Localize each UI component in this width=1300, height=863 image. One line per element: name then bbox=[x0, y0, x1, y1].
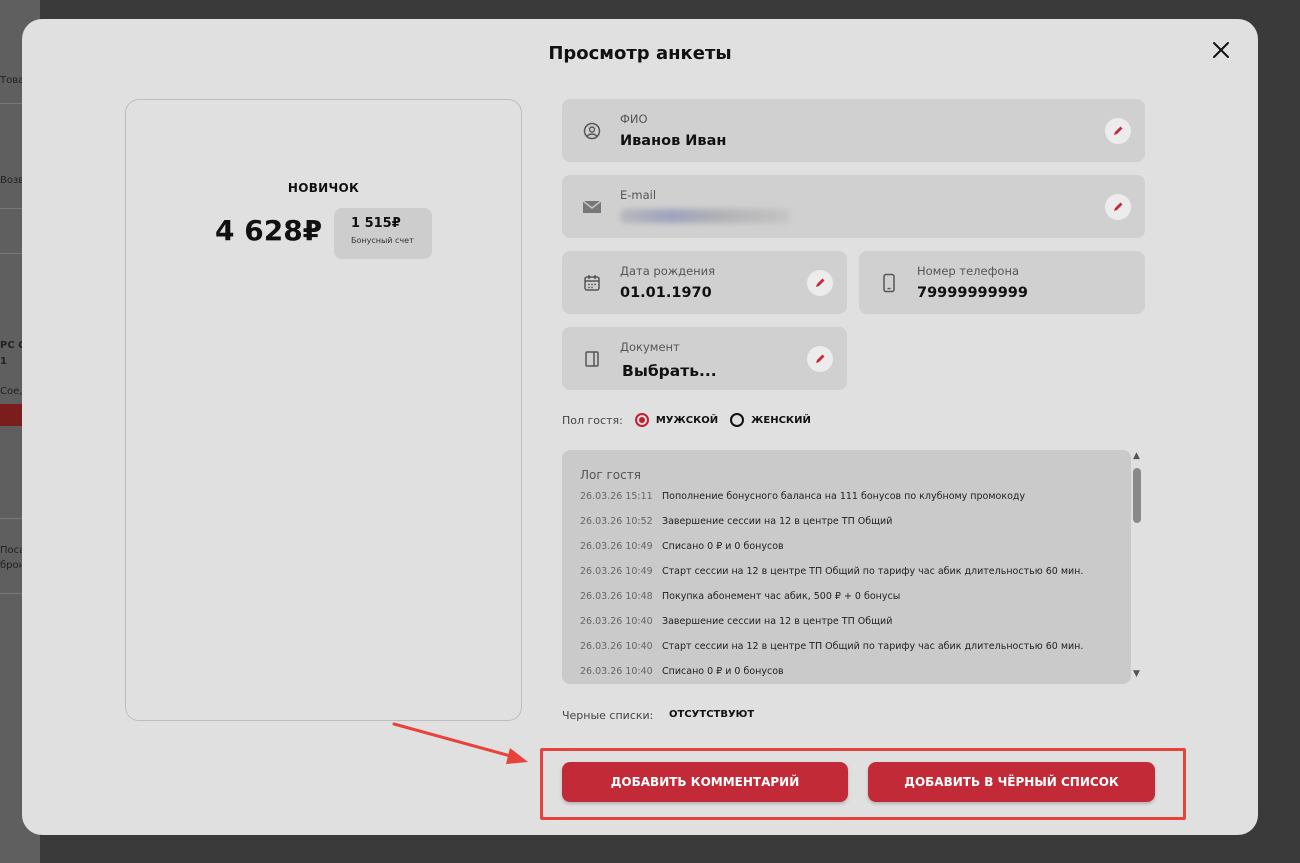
log-entry-text: Завершение сессии на 12 в центре ТП Общи… bbox=[662, 616, 893, 627]
birthdate-label: Дата рождения bbox=[620, 264, 716, 278]
log-entry-date: 26.03.26 10:49 bbox=[580, 566, 653, 577]
phone-label: Номер телефона bbox=[917, 264, 1020, 278]
log-entry-date: 26.03.26 10:48 bbox=[580, 591, 653, 602]
log-entry: 26.03.26 10:52 Завершение сессии на 12 в … bbox=[580, 516, 892, 527]
pencil-icon bbox=[816, 278, 825, 287]
modal-title: Просмотр анкеты bbox=[548, 43, 732, 64]
log-entry-date: 26.03.26 10:52 bbox=[580, 516, 653, 527]
gender-female-radio[interactable] bbox=[730, 413, 745, 427]
log-entry-text: Старт сессии на 12 в центре ТП Общий по … bbox=[662, 566, 1084, 577]
document-label: Документ bbox=[620, 340, 680, 354]
log-entry: 26.03.26 10:49 Старт сессии на 12 в центр… bbox=[580, 566, 1083, 577]
edit-birthdate-button[interactable] bbox=[807, 269, 833, 296]
log-entry-text: Списано 0 ₽ и 0 бонусов bbox=[662, 541, 784, 552]
fio-label: ФИО bbox=[620, 112, 648, 126]
gender-selector: Пол гостя: МУЖСКОЙ ЖЕНСКИЙ bbox=[562, 413, 811, 427]
log-entry-text: Завершение сессии на 12 в центре ТП Общи… bbox=[662, 516, 893, 527]
edit-email-button[interactable] bbox=[1105, 193, 1131, 220]
blacklists-value: ОТСУТСТВУЮТ bbox=[669, 709, 755, 720]
document-field[interactable]: Документ Выбрать... bbox=[562, 327, 847, 390]
profile-modal: Просмотр анкеты НОВИЧОК 4 628₽ 1 515₽ Бо… bbox=[22, 19, 1258, 835]
email-label: E-mail bbox=[620, 188, 657, 202]
envelope-icon bbox=[582, 197, 602, 217]
log-entry: 26.03.26 10:49 Списано 0 ₽ и 0 бонусов bbox=[580, 541, 784, 552]
phone-icon bbox=[879, 273, 899, 293]
scroll-down-arrow-icon[interactable]: ▼ bbox=[1133, 669, 1140, 679]
loyalty-level: НОВИЧОК bbox=[287, 181, 360, 195]
loyalty-card: НОВИЧОК 4 628₽ 1 515₽ Бонусный счет bbox=[125, 99, 522, 721]
log-entry-date: 26.03.26 10:40 bbox=[580, 666, 653, 677]
bonus-value: 1 515₽ bbox=[351, 216, 401, 231]
birthdate-field[interactable]: Дата рождения 01.01.1970 bbox=[562, 251, 847, 314]
pencil-icon bbox=[1114, 126, 1123, 135]
user-circle-icon bbox=[582, 121, 602, 141]
blacklists-row: Черные списки: ОТСУТСТВУЮТ bbox=[562, 709, 754, 722]
calendar-icon bbox=[582, 273, 602, 293]
pencil-icon bbox=[816, 354, 825, 363]
log-entry: 26.03.26 10:48 Покупка абонемент час абик… bbox=[580, 591, 900, 602]
gender-male-label[interactable]: МУЖСКОЙ bbox=[656, 415, 718, 426]
email-value-blurred bbox=[620, 209, 790, 223]
blacklists-label: Черные списки: bbox=[562, 709, 654, 722]
gender-male-radio[interactable] bbox=[634, 413, 649, 427]
log-scrollbar-thumb[interactable] bbox=[1133, 468, 1141, 523]
edit-document-button[interactable] bbox=[807, 345, 833, 372]
document-icon bbox=[582, 349, 602, 369]
guest-log[interactable]: Лог гостя 26.03.26 15:11 Пополнение бонус… bbox=[562, 450, 1131, 684]
balance-amount: 4 628₽ bbox=[215, 214, 323, 247]
log-entry-text: Пополнение бонусного баланса на 111 бону… bbox=[662, 491, 1026, 502]
email-field[interactable]: E-mail bbox=[562, 175, 1145, 238]
log-entry-text: Старт сессии на 12 в центре ТП Общий по … bbox=[662, 641, 1084, 652]
log-entry-text: Списано 0 ₽ и 0 бонусов bbox=[662, 666, 784, 677]
scroll-up-arrow-icon[interactable]: ▲ bbox=[1133, 451, 1140, 461]
annotation-arrow-icon bbox=[392, 722, 528, 764]
bonus-label: Бонусный счет bbox=[351, 236, 414, 245]
fio-field[interactable]: ФИО Иванов Иван bbox=[562, 99, 1145, 162]
log-entry-date: 26.03.26 10:49 bbox=[580, 541, 653, 552]
log-entry-text: Покупка абонемент час абик, 500 ₽ + 0 бо… bbox=[662, 591, 901, 602]
log-entry-date: 26.03.26 10:40 bbox=[580, 641, 653, 652]
log-entry-date: 26.03.26 10:40 bbox=[580, 616, 653, 627]
log-entry: 26.03.26 10:40 Завершение сессии на 12 в … bbox=[580, 616, 892, 627]
phone-value: 79999999999 bbox=[917, 285, 1028, 301]
close-icon[interactable] bbox=[1208, 37, 1234, 63]
gender-label: Пол гостя: bbox=[562, 413, 623, 427]
log-entry-date: 26.03.26 15:11 bbox=[580, 491, 653, 502]
edit-fio-button[interactable] bbox=[1105, 117, 1131, 144]
log-entry: 26.03.26 10:40 Списано 0 ₽ и 0 бонусов bbox=[580, 666, 784, 677]
bonus-account: 1 515₽ Бонусный счет bbox=[334, 208, 432, 259]
pencil-icon bbox=[1114, 202, 1123, 211]
birthdate-value: 01.01.1970 bbox=[620, 285, 712, 301]
annotation-highlight-box bbox=[540, 748, 1186, 820]
phone-field[interactable]: Номер телефона 79999999999 bbox=[859, 251, 1145, 314]
gender-female-label[interactable]: ЖЕНСКИЙ bbox=[751, 415, 811, 426]
fio-value: Иванов Иван bbox=[620, 133, 727, 149]
log-entry: 26.03.26 10:40 Старт сессии на 12 в центр… bbox=[580, 641, 1083, 652]
document-select[interactable]: Выбрать... bbox=[622, 362, 717, 380]
guest-log-title: Лог гостя bbox=[580, 468, 641, 482]
log-entry: 26.03.26 15:11 Пополнение бонусного балан… bbox=[580, 491, 1025, 502]
